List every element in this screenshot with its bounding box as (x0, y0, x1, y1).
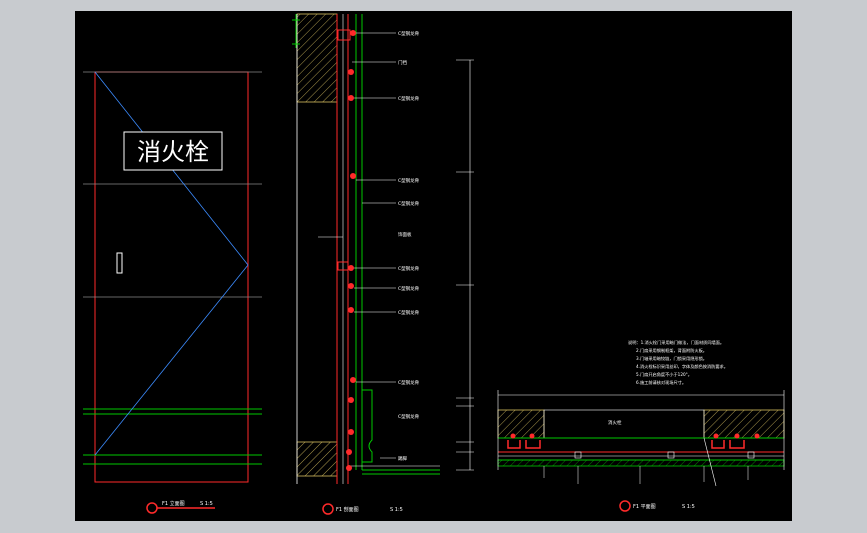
plan-notes: 说明：1.消火栓门采用暗门做法，门面材质同墙面。 2.门扇采用钢制框架，背面附防… (628, 339, 728, 386)
plan-note: 2.门扇采用钢制框架，背面附防火板。 (636, 347, 707, 354)
elevation-title: F1 立面图 (162, 500, 185, 507)
plan-scale: S 1:5 (682, 504, 695, 510)
section-label: C型钢龙骨 (398, 265, 420, 272)
section-label: C型钢龙骨 (398, 309, 420, 316)
section-label: C型钢龙骨 (398, 177, 420, 184)
section-scale: S 1:5 (390, 507, 403, 513)
section-label: C型钢龙骨 (398, 379, 420, 386)
section-label: C型钢龙骨 (398, 285, 420, 292)
plan-note: 说明：1.消火栓门采用暗门做法，门面材质同墙面。 (628, 339, 724, 346)
section-label: 门挡 (398, 59, 407, 66)
plan-view: 消火栓 (497, 390, 785, 487)
section-caption: F1 剖面图 S 1:5 (322, 503, 403, 515)
plan-room-label: 消火栓 (608, 419, 622, 426)
elevation-view: 消火栓 (83, 71, 262, 483)
section-label: 踢脚 (398, 455, 407, 462)
sign-text: 消火栓 (137, 138, 209, 166)
section-label: C型钢龙骨 (398, 95, 420, 102)
section-label: C型钢龙骨 (398, 200, 420, 207)
plan-note: 5.门扇开启角度不小于120°。 (636, 371, 692, 378)
cad-drawing: 消火栓 F1 立面图 S 1:5 C型钢龙骨 门挡 C型钢龙骨 C型钢龙骨 C型… (83, 13, 785, 515)
section-label: 饰面板 (398, 231, 412, 238)
section-title: F1 剖面图 (336, 506, 359, 513)
plan-title: F1 平面图 (633, 504, 656, 510)
plan-note: 6.施工前请核对现场尺寸。 (636, 379, 686, 386)
plan-note: 4.消火栓标识采用丝印，字体及颜色按消防要求。 (636, 363, 728, 370)
section-labels: C型钢龙骨 门挡 C型钢龙骨 C型钢龙骨 C型钢龙骨 饰面板 C型钢龙骨 C型钢… (398, 30, 420, 462)
elevation-scale: S 1:5 (200, 501, 213, 507)
plan-note: 3.门轴采用暗铰链，门锁采用隐形锁。 (636, 355, 707, 362)
door-handle (116, 252, 123, 274)
section-label: C型钢龙骨 (398, 413, 420, 420)
section-view (292, 13, 474, 484)
plan-caption: F1 平面图 S 1:5 (619, 500, 695, 512)
section-label: C型钢龙骨 (398, 30, 420, 37)
elevation-caption: F1 立面图 S 1:5 (146, 500, 215, 514)
